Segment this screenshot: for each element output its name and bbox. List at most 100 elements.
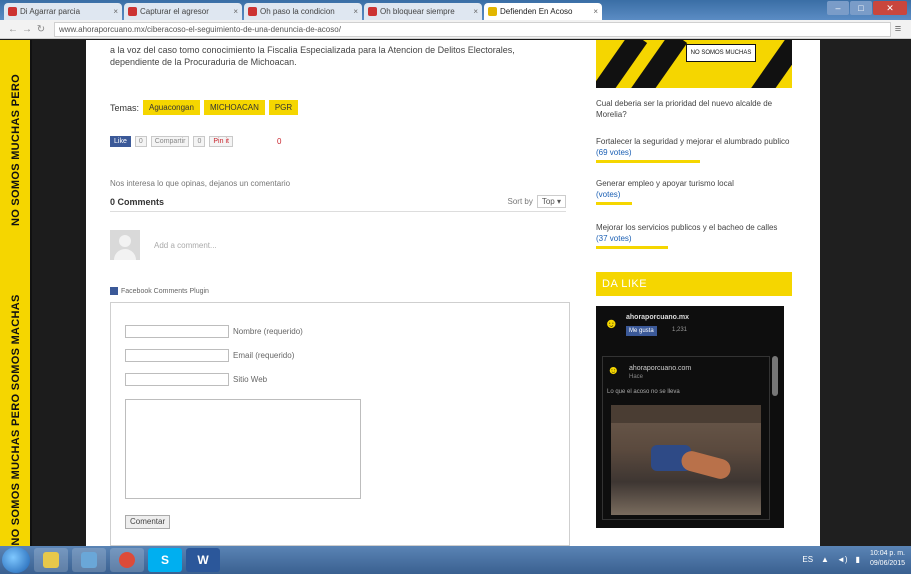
post-date: Hace [629,374,644,380]
photo-desk [611,405,761,423]
web-page: NO SOMOS MUCHAS PERO NO SOMOS MUCHAS PER… [0,40,911,546]
taskbar-chrome-icon[interactable] [110,548,144,572]
post-title[interactable]: ahoraporcuano.com [629,365,691,372]
poll-bar [596,160,700,163]
facebook-comments-plugin-link[interactable]: Facebook Comments Plugin [110,287,209,295]
minimize-icon[interactable]: – [827,1,849,15]
back-arrow-icon[interactable]: ← [6,24,20,35]
submit-comment-button[interactable]: Comentar [125,515,171,529]
poll-option[interactable]: Generar empleo y apoyar turismo local (v… [596,178,806,205]
chrome-icon [119,552,135,568]
tab-label: Defienden En Acoso [500,7,573,16]
tag-chip[interactable]: Aguacongan [143,100,200,115]
poll-option-text: Generar empleo y apoyar turismo local [596,179,734,188]
poll-bar [596,246,668,249]
reload-icon[interactable]: ↻ [34,24,48,35]
facebook-icon [110,287,118,295]
poll-option-votes: (votes) [596,190,621,199]
tab-favicon-icon [8,7,17,16]
add-comment-input[interactable]: Add a comment... [154,241,217,250]
comments-header: 0 Comments Sort by Top ▾ [110,192,566,212]
close-icon[interactable]: × [353,7,358,16]
gplus-share-button[interactable]: Compartir [150,136,190,147]
start-button[interactable] [2,547,30,573]
comment-textarea[interactable] [125,399,361,499]
article-paragraph: a la voz del caso tomo conocimiento la F… [110,44,580,68]
volume-icon[interactable]: ◄) [837,555,848,564]
taskbar-explorer-icon[interactable] [34,548,68,572]
taskbar-skype-icon[interactable]: S [148,548,182,572]
share-buttons: Like 0 Compartir 0 Pin it 0 [110,136,281,147]
flag-icon[interactable]: ▲ [821,555,829,564]
poll-option[interactable]: Fortalecer la seguridad y mejorar el alu… [596,136,806,163]
browser-tab-3[interactable]: Oh paso la condicion × [244,3,362,20]
maximize-icon[interactable]: □ [850,1,872,15]
widget-scrollbar[interactable] [772,356,778,396]
tags-row: Temas: Aguacongan MICHOACAN PGR [110,100,299,115]
facebook-page-widget: ☻ ahoraporcuano.mx Me gusta 1,231 ☻ ahor… [596,306,784,528]
menu-icon[interactable]: ≡ [891,23,905,35]
email-field[interactable] [125,349,229,362]
post-photo[interactable] [611,405,761,515]
comment-form: Nombre (requerido) Email (requerido) Sit… [110,302,570,546]
browser-tab-strip: Di Agarrar parcia × Capturar el agresor × … [0,0,911,20]
tag-chip[interactable]: PGR [268,100,299,115]
skype-icon: S [160,553,169,567]
taskbar-word-icon[interactable]: W [186,548,220,572]
fb-post: ☻ ahoraporcuano.com Hace Lo que el acoso… [602,356,770,520]
name-row: Nombre (requerido) [125,325,303,338]
pinterest-button[interactable]: Pin it [209,136,233,147]
comments-note: Nos interesa lo que opinas, dejanos un c… [110,179,291,188]
window-close-icon[interactable]: ✕ [873,1,907,15]
fb-like-count: 1,231 [672,327,688,333]
word-icon: W [197,553,209,567]
tab-label: Oh paso la condicion [260,7,335,16]
tab-favicon-icon [128,7,137,16]
banner-mark: NO SOMOS MUCHAS [686,44,756,62]
tab-favicon-icon [488,7,497,16]
close-icon[interactable]: × [593,7,598,16]
close-icon[interactable]: × [473,7,478,16]
language-indicator[interactable]: ES [802,555,813,564]
article-line: a la voz del caso tomo conocimiento la F… [110,45,515,55]
page-logo-icon: ☻ [604,315,619,331]
browser-tab-2[interactable]: Capturar el agresor × [124,3,242,20]
poll-option-text: Mejorar los servicios publicos y el bach… [596,223,778,232]
close-icon[interactable]: × [113,7,118,16]
url-input[interactable]: www.ahoraporcuano.mx/ciberacoso-el-segui… [54,21,891,37]
tab-favicon-icon [248,7,257,16]
tab-label: Oh bloquear siempre [380,7,455,16]
name-field[interactable] [125,325,229,338]
name-label: Nombre (requerido) [233,327,303,336]
browser-tab-4[interactable]: Oh bloquear siempre × [364,3,482,20]
taskbar-media-icon[interactable] [72,548,106,572]
close-icon[interactable]: × [233,7,238,16]
poll-option[interactable]: Mejorar los servicios publicos y el bach… [596,222,806,249]
fb-like-button[interactable]: Me gusta [626,326,657,336]
tag-chip[interactable]: MICHOACAN [203,100,265,115]
clock-date: 09/06/2015 [869,560,905,567]
system-tray: ES ▲ ◄) ▮ 10:04 p. m. 09/06/2015 [794,549,905,569]
network-icon[interactable]: ▮ [856,555,860,564]
tape-text-bottom: NO SOMOS MUCHAS PERO SOMOS MACHAS [10,294,22,546]
sidebar-banner[interactable]: NO SOMOS MUCHAS [596,40,792,88]
website-label: Sitio Web [233,375,268,384]
browser-tab-active[interactable]: Defienden En Acoso × [484,3,602,20]
forward-arrow-icon[interactable]: → [20,24,34,35]
facebook-like-count: 0 [134,136,147,147]
taskbar: S W ES ▲ ◄) ▮ 10:04 p. m. 09/06/2015 [0,546,911,574]
poll-question-line: Cual deberia ser la prioridad del nuevo … [596,99,773,108]
website-field[interactable] [125,373,229,386]
sort-select[interactable]: Top ▾ [536,195,566,208]
facebook-like-button[interactable]: Like [110,136,131,147]
fb-page-name[interactable]: ahoraporcuano.mx [626,314,689,321]
gplus-share-count: 0 [193,136,206,147]
article-line: dependiente de la Procuraduria de Michoa… [110,57,297,67]
tab-label: Di Agarrar parcia [20,7,81,16]
clock[interactable]: 10:04 p. m. 09/06/2015 [870,549,905,569]
share-count-red: 0 [276,137,282,146]
browser-tab-1[interactable]: Di Agarrar parcia × [4,3,122,20]
da-like-heading: DA LIKE [596,272,792,296]
sort-label: Sort by [507,197,533,206]
chevron-down-icon: ▾ [556,197,561,206]
